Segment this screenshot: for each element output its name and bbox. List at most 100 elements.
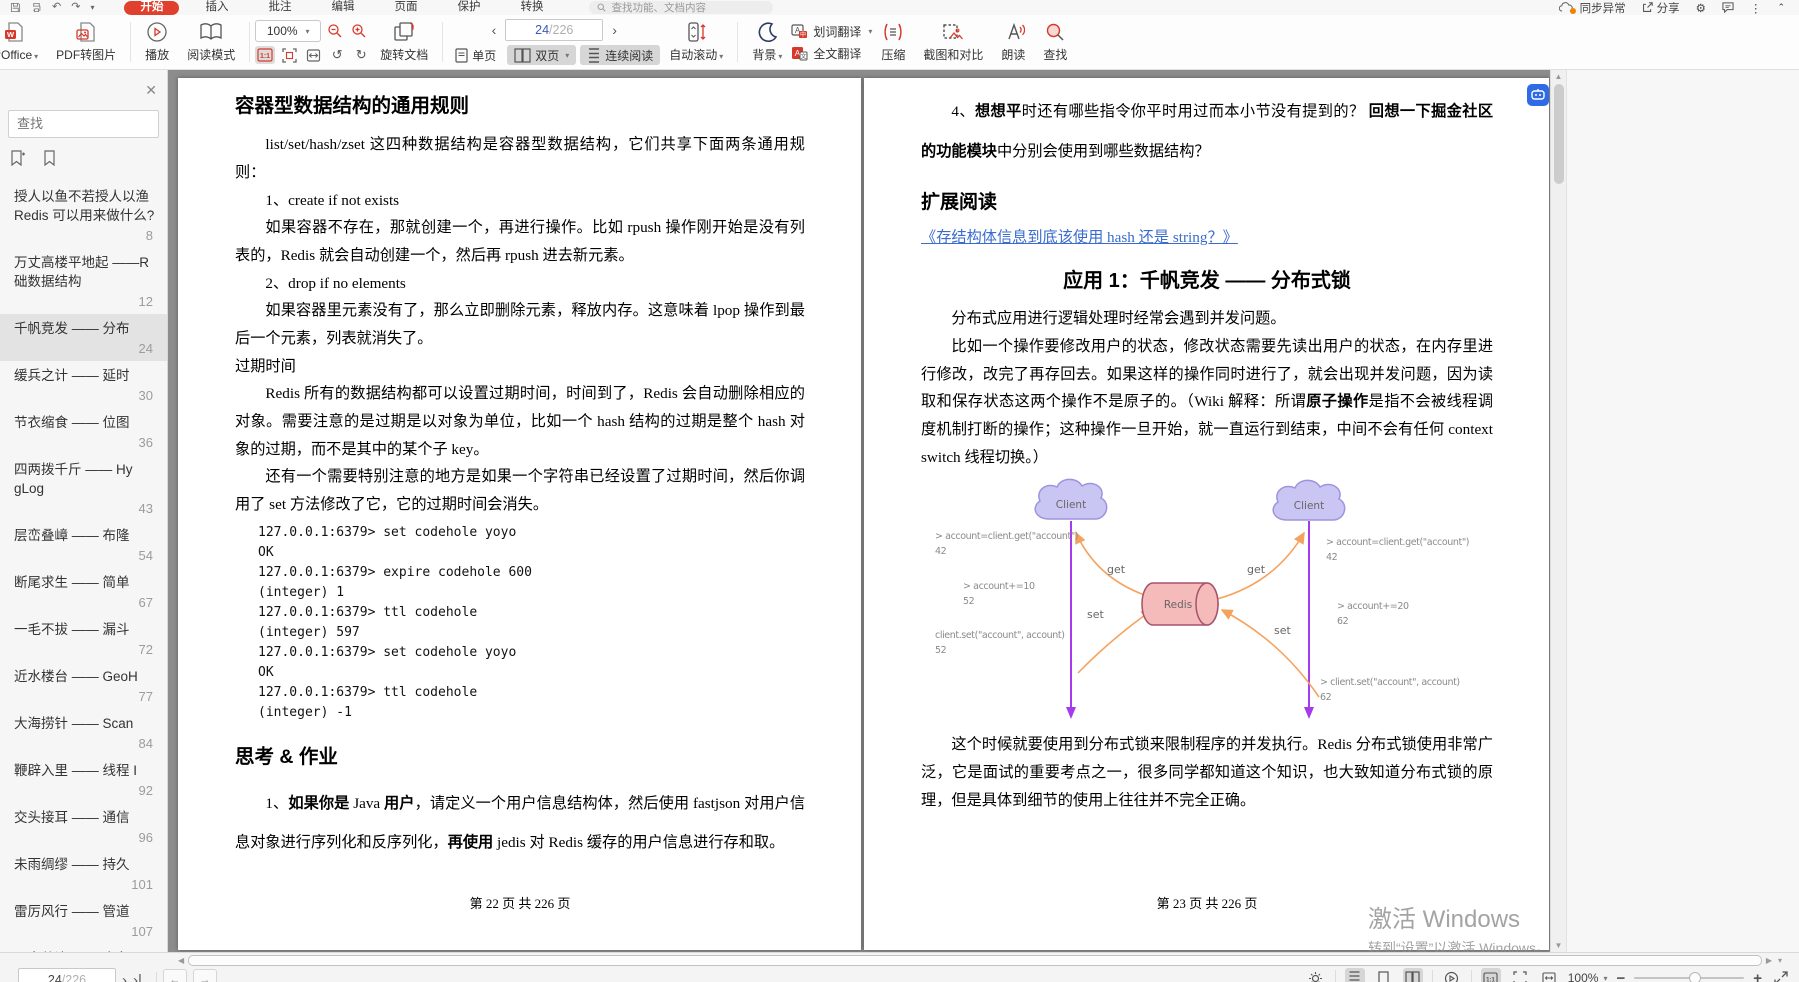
full-translate-button[interactable]: A文 全文翻译 bbox=[791, 45, 872, 62]
toc-item[interactable]: 雷厉风行 —— 管道 107 bbox=[0, 897, 167, 944]
bookmark-icon[interactable] bbox=[43, 150, 56, 166]
toc-item[interactable]: 万丈高楼平地起 ——R 础数据结构 12 bbox=[0, 248, 167, 314]
play-mode-icon[interactable] bbox=[1442, 968, 1462, 982]
horizontal-scrollbar-thumb[interactable] bbox=[188, 955, 1762, 966]
more-commands-icon[interactable]: ▾ bbox=[90, 0, 94, 15]
toc-search-input[interactable] bbox=[9, 111, 158, 135]
zoom-select[interactable]: 100% ▾ bbox=[255, 20, 322, 42]
background-button[interactable]: 背景 ▾ bbox=[743, 19, 791, 65]
ribbon-tab[interactable]: 转换 bbox=[500, 0, 563, 15]
zoom-out-button[interactable]: − bbox=[1616, 970, 1625, 982]
next-page-button[interactable]: › bbox=[607, 22, 622, 38]
scroll-down-icon[interactable]: ▼ bbox=[1551, 941, 1566, 950]
zoom-slider-knob[interactable] bbox=[1689, 972, 1702, 982]
scroll-up-icon[interactable]: ▲ bbox=[1551, 72, 1566, 81]
statusbar-zoom-select[interactable]: 100% ▾ bbox=[1568, 971, 1608, 982]
feedback-icon[interactable] bbox=[1722, 2, 1734, 13]
single-page-mode-icon[interactable] bbox=[1374, 968, 1394, 982]
actual-size-icon[interactable]: 1:1 bbox=[1480, 968, 1501, 982]
history-back-button[interactable]: ← bbox=[162, 969, 187, 982]
last-page-button[interactable]: ›| bbox=[133, 972, 142, 982]
ribbon-tab[interactable]: 页面 bbox=[374, 0, 437, 15]
fit-page-button[interactable] bbox=[279, 46, 299, 64]
save-icon[interactable] bbox=[10, 2, 21, 13]
settings-gear-icon[interactable]: ⚙ bbox=[1696, 1, 1706, 15]
scroll-left-icon[interactable]: ◀ bbox=[178, 956, 184, 965]
auto-scroll-button[interactable]: 自动滚动 ▾ bbox=[660, 19, 732, 65]
print-icon[interactable] bbox=[31, 2, 42, 13]
toc-item[interactable]: 层峦叠嶂 —— 布隆 54 bbox=[0, 521, 167, 568]
actual-size-button[interactable]: 1:1 bbox=[255, 46, 276, 64]
pdf-to-image-button[interactable]: PDF转图片 bbox=[47, 19, 125, 65]
single-page-mode-button[interactable]: 单页 bbox=[448, 45, 503, 65]
vertical-scrollbar[interactable]: ▲ ▼ bbox=[1550, 70, 1566, 952]
toc-search[interactable] bbox=[8, 110, 159, 138]
toc-item[interactable]: 鞭辟入里 —— 线程 I 92 bbox=[0, 756, 167, 803]
code-line: 127.0.0.1:6379> set codehole yoyo bbox=[258, 524, 517, 540]
toc-item[interactable]: 节衣缩食 —— 位图 36 bbox=[0, 408, 167, 455]
read-mode-button[interactable]: 阅读模式 bbox=[178, 19, 244, 65]
screenshot-compare-button[interactable]: 截图和对比 bbox=[914, 19, 992, 65]
undo-icon[interactable]: ↶ bbox=[52, 0, 61, 15]
toc-item[interactable]: 交头接耳 —— 通信 96 bbox=[0, 803, 167, 850]
diagram-value: 42 bbox=[935, 546, 947, 557]
add-bookmark-icon[interactable] bbox=[10, 150, 25, 166]
rotate-left-icon[interactable]: ↺ bbox=[327, 46, 347, 64]
toc-item[interactable]: 未雨绸缪 —— 持久 101 bbox=[0, 850, 167, 897]
toc-item[interactable]: 近水楼台 —— GeoH 77 bbox=[0, 662, 167, 709]
toc-item[interactable]: 大海捞针 —— Scan 84 bbox=[0, 709, 167, 756]
fullscreen-icon[interactable] bbox=[1771, 968, 1791, 982]
fit-width-icon[interactable] bbox=[1539, 968, 1559, 982]
toc-item[interactable]: 同舟共济 —— 事务 111 bbox=[0, 944, 167, 952]
rotate-document-button[interactable]: 旋转文档 bbox=[371, 19, 437, 65]
convert-to-office-button[interactable]: W 转Office▾ bbox=[0, 19, 47, 65]
rotate-right-icon[interactable]: ↻ bbox=[351, 46, 371, 64]
word-translate-button[interactable]: A中 划词翻译 ▾ bbox=[791, 23, 872, 40]
compress-button[interactable]: 压缩 bbox=[872, 19, 914, 65]
ribbon-tab[interactable]: 保护 bbox=[437, 0, 500, 15]
horizontal-scrollbar[interactable]: ◀ ▶ ▾ bbox=[178, 955, 1782, 966]
ai-assistant-button[interactable] bbox=[1527, 84, 1549, 106]
share-button[interactable]: 分享 bbox=[1642, 0, 1680, 15]
reading-link[interactable]: 《存结构体信息到底该使用 hash 还是 string？》 bbox=[921, 229, 1238, 246]
toc-item[interactable]: 四两拨千斤 —— Hy gLog 43 bbox=[0, 455, 167, 521]
redo-icon[interactable]: ↷ bbox=[71, 0, 80, 15]
scrollbar-corner-icon[interactable]: ▾ bbox=[1778, 956, 1782, 965]
ribbon-tab[interactable]: 编辑 bbox=[311, 0, 374, 15]
history-forward-button[interactable]: → bbox=[192, 969, 217, 982]
zoom-slider[interactable] bbox=[1634, 972, 1745, 982]
play-button[interactable]: 播放 bbox=[136, 19, 178, 65]
next-page-button[interactable]: › bbox=[122, 972, 127, 982]
toc-item[interactable]: 授人以鱼不若授人以渔 Redis 可以用来做什么? 8 bbox=[0, 182, 167, 248]
page-number-input[interactable]: 24/226 bbox=[505, 19, 604, 41]
ribbon-tab[interactable]: 插入 bbox=[185, 0, 248, 15]
ribbon-tab[interactable]: 开始 bbox=[124, 0, 180, 15]
zoom-out-button[interactable] bbox=[325, 22, 345, 40]
continuous-reading-button[interactable]: 连续阅读 bbox=[580, 45, 661, 65]
toc-item[interactable]: 千帆竞发 —— 分布 24 bbox=[0, 314, 167, 361]
toc-item[interactable]: 缓兵之计 —— 延时 30 bbox=[0, 361, 167, 408]
fit-page-icon[interactable] bbox=[1510, 968, 1530, 982]
read-aloud-button[interactable]: 朗读 bbox=[992, 19, 1034, 65]
fit-width-button[interactable] bbox=[303, 46, 323, 64]
collapse-ribbon-icon[interactable]: ⌃ bbox=[1777, 2, 1785, 13]
double-page-mode-button[interactable]: 双页 ▾ bbox=[507, 45, 577, 65]
toc-item[interactable]: 一毛不拔 —— 漏斗 72 bbox=[0, 615, 167, 662]
close-panel-icon[interactable]: ✕ bbox=[145, 82, 157, 99]
statusbar-page-input[interactable]: 24 / 226 bbox=[18, 968, 116, 982]
sync-status[interactable]: 同步异常 bbox=[1558, 0, 1626, 15]
zoom-in-button[interactable]: + bbox=[1753, 970, 1762, 982]
vertical-scrollbar-thumb[interactable] bbox=[1554, 84, 1564, 184]
fit-width-icon bbox=[306, 48, 320, 62]
eye-protection-icon[interactable] bbox=[1306, 968, 1326, 982]
global-search[interactable]: 查找功能、文档内容 bbox=[589, 1, 774, 14]
scroll-right-icon[interactable]: ▶ bbox=[1766, 956, 1772, 965]
continuous-mode-icon[interactable] bbox=[1344, 968, 1365, 982]
toc-item[interactable]: 断尾求生 —— 简单 67 bbox=[0, 568, 167, 615]
double-page-mode-icon[interactable] bbox=[1402, 968, 1423, 982]
previous-page-button[interactable]: ‹ bbox=[487, 22, 502, 38]
zoom-in-button[interactable] bbox=[349, 22, 369, 40]
ribbon-tab[interactable]: 批注 bbox=[248, 0, 311, 15]
more-menu-icon[interactable]: ⋮ bbox=[1750, 1, 1762, 15]
find-button[interactable]: 查找 bbox=[1034, 19, 1076, 65]
